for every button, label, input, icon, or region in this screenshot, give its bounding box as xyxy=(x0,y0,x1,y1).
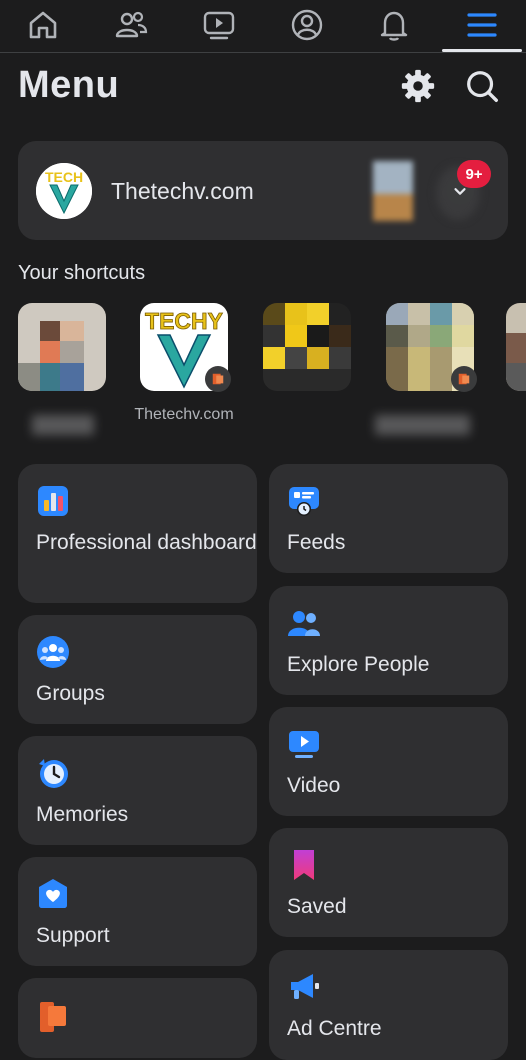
profile-name: Thetechv.com xyxy=(111,178,254,204)
menu-item-pages[interactable] xyxy=(18,978,257,1058)
techy-logo-icon: TECH xyxy=(36,163,92,219)
friends-icon xyxy=(115,11,148,38)
bookmark-icon xyxy=(294,850,314,880)
avatar: TECH xyxy=(36,163,92,219)
menu-item-label: Support xyxy=(36,924,110,947)
home-icon xyxy=(29,11,57,39)
menu-item-label: Video xyxy=(287,774,341,797)
bar-chart-icon xyxy=(38,486,68,516)
menu-item-label: Feeds xyxy=(287,531,346,554)
tab-menu[interactable] xyxy=(442,0,522,52)
tab-home[interactable] xyxy=(13,0,73,50)
flag-icon xyxy=(458,373,470,385)
menu-item-professional-dashboard[interactable]: Professional dashboard xyxy=(18,464,257,603)
gear-icon xyxy=(401,69,435,103)
search-button[interactable] xyxy=(462,66,502,106)
settings-button[interactable] xyxy=(398,66,438,106)
redacted-label xyxy=(375,415,470,435)
shortcut-label: Thetechv.com xyxy=(134,406,234,423)
menu-icon xyxy=(467,13,497,37)
flag-icon xyxy=(40,1002,66,1032)
tab-notifications[interactable] xyxy=(364,0,424,50)
menu-item-groups[interactable]: Groups xyxy=(18,615,257,724)
menu-item-label: Groups xyxy=(36,682,105,705)
shortcut-item[interactable] xyxy=(18,303,106,391)
bell-icon xyxy=(380,11,408,41)
feeds-icon xyxy=(289,487,319,516)
watch-icon xyxy=(203,11,235,40)
menu-item-label: Memories xyxy=(36,803,129,826)
tab-friends[interactable] xyxy=(101,0,161,50)
groups-icon xyxy=(37,636,69,668)
redacted-label xyxy=(32,415,94,435)
people-icon xyxy=(288,611,320,636)
profile-icon xyxy=(291,9,323,41)
shortcuts-title: Your shortcuts xyxy=(18,262,146,284)
clock-icon xyxy=(39,759,68,788)
search-icon xyxy=(467,71,498,102)
shortcut-item[interactable] xyxy=(506,303,526,391)
tab-profile[interactable] xyxy=(277,0,337,50)
top-tab-bar xyxy=(0,0,526,53)
blurred-thumbnail xyxy=(18,303,106,391)
menu-item-feeds[interactable]: Feeds xyxy=(269,464,508,573)
tab-watch[interactable] xyxy=(189,0,249,50)
page-title: Menu xyxy=(18,64,120,106)
menu-item-video[interactable]: Video xyxy=(269,707,508,816)
svg-text:TECH: TECH xyxy=(45,169,83,185)
shortcut-item[interactable] xyxy=(263,303,351,391)
menu-item-label: Professional dashboard xyxy=(36,531,257,554)
blurred-thumbnail xyxy=(506,303,526,391)
menu-item-saved[interactable]: Saved xyxy=(269,828,508,937)
profile-card[interactable]: TECH Thetechv.com xyxy=(18,141,508,240)
page-badge xyxy=(451,366,477,392)
redacted-content xyxy=(373,161,413,221)
menu-item-label: Ad Centre xyxy=(287,1017,382,1040)
menu-item-ad-centre[interactable]: Ad Centre xyxy=(269,950,508,1060)
notification-badge: 9+ xyxy=(457,160,491,188)
menu-item-memories[interactable]: Memories xyxy=(18,736,257,845)
video-icon xyxy=(289,731,319,758)
megaphone-icon xyxy=(291,974,319,999)
page-badge xyxy=(205,366,231,392)
menu-item-explore-people[interactable]: Explore People xyxy=(269,586,508,695)
menu-item-label: Explore People xyxy=(287,653,430,676)
blurred-thumbnail xyxy=(263,303,351,391)
flag-icon xyxy=(212,373,224,385)
heart-shield-icon xyxy=(39,879,67,908)
shortcut-logo-text: TECHY xyxy=(145,308,223,334)
menu-item-support[interactable]: Support xyxy=(18,857,257,966)
menu-item-label: Saved xyxy=(287,895,347,918)
